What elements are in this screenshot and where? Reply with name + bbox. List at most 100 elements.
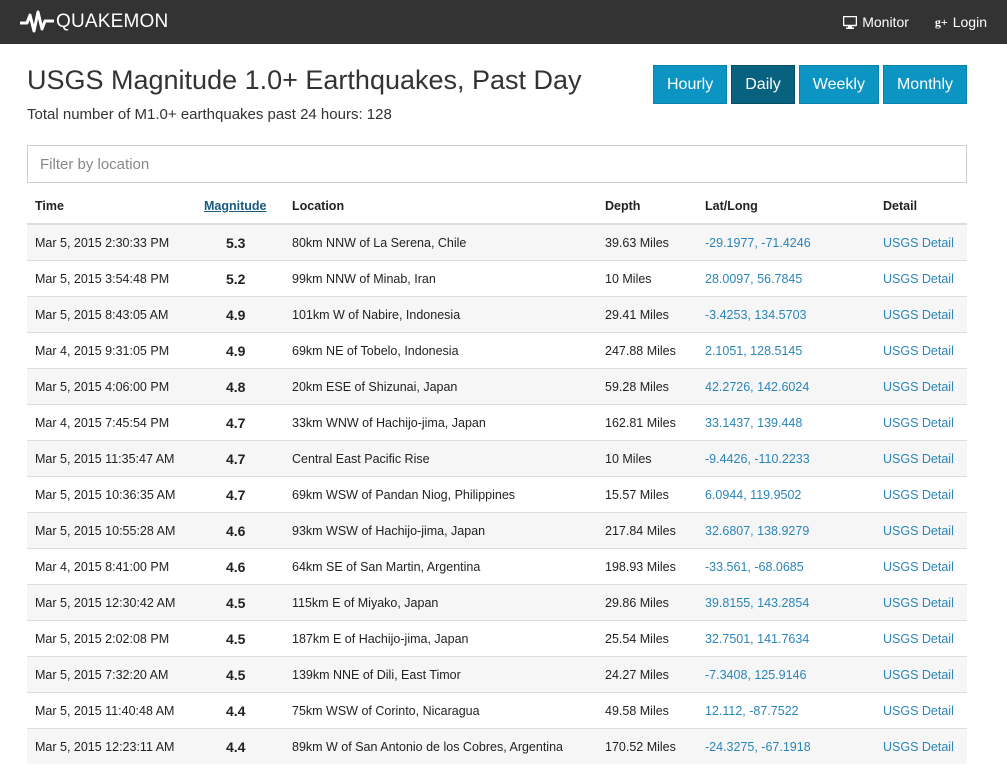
usgs-detail-link[interactable]: USGS Detail	[883, 704, 954, 718]
magnitude-cell: 4.6	[196, 548, 284, 585]
usgs-detail-link[interactable]: USGS Detail	[883, 632, 954, 646]
latlong-link[interactable]: -9.4426, -110.2233	[705, 452, 810, 466]
depth-cell: 29.41 Miles	[597, 296, 697, 333]
latlong-cell: -3.4253, 134.5703	[697, 296, 875, 333]
time-cell: Mar 4, 2015 9:31:05 PM	[27, 332, 196, 369]
time-cell: Mar 5, 2015 11:35:47 AM	[27, 440, 196, 477]
latlong-link[interactable]: 6.0944, 119.9502	[705, 488, 801, 502]
time-cell: Mar 5, 2015 2:30:33 PM	[27, 223, 196, 261]
time-cell: Mar 5, 2015 12:30:42 AM	[27, 584, 196, 621]
usgs-detail-cell: USGS Detail	[875, 512, 967, 549]
time-cell: Mar 5, 2015 10:55:28 AM	[27, 512, 196, 549]
table-row: Mar 5, 2015 12:23:11 AM 4.4 89km W of San …	[27, 728, 967, 764]
latlong-cell: 39.8155, 143.2854	[697, 584, 875, 621]
latlong-link[interactable]: 33.1437, 139.448	[705, 416, 802, 430]
time-cell: Mar 5, 2015 12:23:11 AM	[27, 728, 196, 764]
latlong-link[interactable]: -7.3408, 125.9146	[705, 668, 806, 682]
google-plus-icon: g+	[934, 14, 948, 29]
latlong-cell: -9.4426, -110.2233	[697, 440, 875, 477]
brand[interactable]: QUAKEMON	[20, 9, 168, 35]
depth-cell: 10 Miles	[597, 260, 697, 297]
usgs-detail-cell: USGS Detail	[875, 476, 967, 513]
usgs-detail-link[interactable]: USGS Detail	[883, 416, 954, 430]
time-cell: Mar 5, 2015 4:06:00 PM	[27, 368, 196, 405]
usgs-detail-link[interactable]: USGS Detail	[883, 272, 954, 286]
latlong-link[interactable]: 12.112, -87.7522	[705, 704, 799, 718]
time-cell: Mar 5, 2015 8:43:05 AM	[27, 296, 196, 333]
table-row: Mar 5, 2015 2:02:08 PM 4.5 187km E of Hach…	[27, 620, 967, 657]
time-cell: Mar 5, 2015 10:36:35 AM	[27, 476, 196, 513]
latlong-link[interactable]: 32.7501, 141.7634	[705, 632, 809, 646]
depth-cell: 29.86 Miles	[597, 584, 697, 621]
time-cell: Mar 5, 2015 3:54:48 PM	[27, 260, 196, 297]
magnitude-cell: 4.4	[196, 728, 284, 764]
usgs-detail-cell: USGS Detail	[875, 260, 967, 297]
usgs-detail-cell: USGS Detail	[875, 620, 967, 657]
monitor-link[interactable]: Monitor	[843, 14, 909, 30]
time-cell: Mar 5, 2015 2:02:08 PM	[27, 620, 196, 657]
usgs-detail-link[interactable]: USGS Detail	[883, 668, 954, 682]
time-cell: Mar 4, 2015 8:41:00 PM	[27, 548, 196, 585]
location-cell: 99km NNW of Minab, Iran	[284, 260, 597, 297]
earthquake-table: Time Magnitude Location Depth Lat/Long D…	[27, 189, 967, 764]
usgs-detail-cell: USGS Detail	[875, 223, 967, 261]
time-cell: Mar 5, 2015 7:32:20 AM	[27, 656, 196, 693]
monthly-button[interactable]: Monthly	[882, 65, 967, 104]
table-row: Mar 4, 2015 8:41:00 PM 4.6 64km SE of San …	[27, 548, 967, 585]
latlong-link[interactable]: -3.4253, 134.5703	[705, 308, 806, 322]
location-cell: Central East Pacific Rise	[284, 440, 597, 477]
usgs-detail-link[interactable]: USGS Detail	[883, 380, 954, 394]
login-link[interactable]: g+ Login	[935, 14, 987, 30]
depth-cell: 217.84 Miles	[597, 512, 697, 549]
location-cell: 69km NE of Tobelo, Indonesia	[284, 332, 597, 369]
usgs-detail-link[interactable]: USGS Detail	[883, 452, 954, 466]
usgs-detail-link[interactable]: USGS Detail	[883, 488, 954, 502]
total-count-text: Total number of M1.0+ earthquakes past 2…	[27, 106, 392, 123]
magnitude-cell: 4.9	[196, 332, 284, 369]
time-cell: Mar 5, 2015 11:40:48 AM	[27, 692, 196, 729]
location-cell: 69km WSW of Pandan Niog, Philippines	[284, 476, 597, 513]
location-cell: 89km W of San Antonio de los Cobres, Arg…	[284, 728, 597, 764]
usgs-detail-link[interactable]: USGS Detail	[883, 524, 954, 538]
weekly-button[interactable]: Weekly	[798, 65, 879, 104]
usgs-detail-cell: USGS Detail	[875, 548, 967, 585]
latlong-link[interactable]: 39.8155, 143.2854	[705, 596, 809, 610]
daily-button[interactable]: Daily	[731, 65, 795, 104]
column-header-depth: Depth	[597, 189, 697, 225]
magnitude-cell: 4.7	[196, 476, 284, 513]
hourly-button[interactable]: Hourly	[653, 65, 728, 104]
usgs-detail-link[interactable]: USGS Detail	[883, 596, 954, 610]
depth-cell: 24.27 Miles	[597, 656, 697, 693]
table-row: Mar 5, 2015 4:06:00 PM 4.8 20km ESE of Shi…	[27, 368, 967, 405]
usgs-detail-link[interactable]: USGS Detail	[883, 344, 954, 358]
latlong-link[interactable]: 32.6807, 138.9279	[705, 524, 809, 538]
seismograph-icon	[20, 10, 54, 33]
magnitude-cell: 4.5	[196, 584, 284, 621]
usgs-detail-link[interactable]: USGS Detail	[883, 236, 954, 250]
depth-cell: 39.63 Miles	[597, 223, 697, 261]
depth-cell: 49.58 Miles	[597, 692, 697, 729]
column-header-magnitude[interactable]: Magnitude	[196, 189, 284, 225]
latlong-link[interactable]: 42.2726, 142.6024	[705, 380, 809, 394]
table-row: Mar 5, 2015 7:32:20 AM 4.5 139km NNE of Di…	[27, 656, 967, 693]
latlong-link[interactable]: 28.0097, 56.7845	[705, 272, 802, 286]
monitor-icon	[843, 15, 858, 29]
magnitude-cell: 4.6	[196, 512, 284, 549]
magnitude-cell: 4.5	[196, 620, 284, 657]
latlong-cell: 12.112, -87.7522	[697, 692, 875, 729]
column-header-time: Time	[27, 189, 196, 225]
usgs-detail-link[interactable]: USGS Detail	[883, 308, 954, 322]
location-cell: 64km SE of San Martin, Argentina	[284, 548, 597, 585]
latlong-link[interactable]: -29.1977, -71.4246	[705, 236, 811, 250]
latlong-link[interactable]: -33.561, -68.0685	[705, 560, 804, 574]
usgs-detail-link[interactable]: USGS Detail	[883, 560, 954, 574]
usgs-detail-link[interactable]: USGS Detail	[883, 740, 954, 754]
latlong-cell: -29.1977, -71.4246	[697, 223, 875, 261]
latlong-link[interactable]: 2.1051, 128.5145	[705, 344, 802, 358]
usgs-detail-cell: USGS Detail	[875, 728, 967, 764]
latlong-link[interactable]: -24.3275, -67.1918	[705, 740, 811, 754]
location-cell: 33km WNW of Hachijo-jima, Japan	[284, 404, 597, 441]
depth-cell: 170.52 Miles	[597, 728, 697, 764]
location-filter-input[interactable]	[27, 145, 967, 183]
latlong-cell: 33.1437, 139.448	[697, 404, 875, 441]
